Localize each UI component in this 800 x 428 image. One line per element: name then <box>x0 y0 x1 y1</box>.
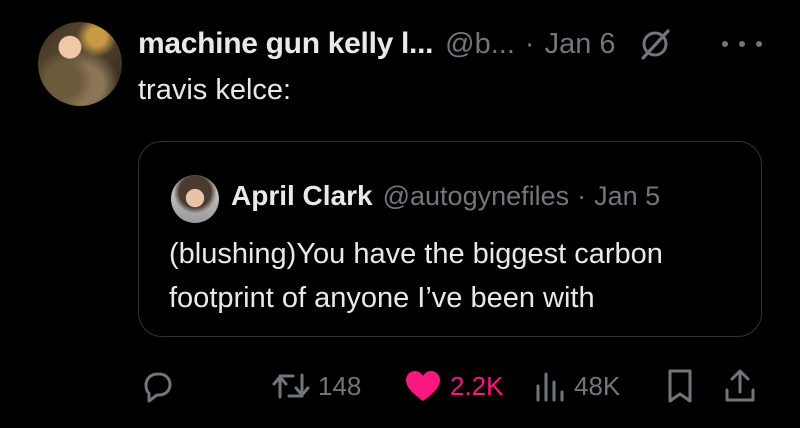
heart-icon <box>406 371 440 401</box>
quoted-tweet[interactable]: April Clark @autogynefiles · Jan 5 (blus… <box>138 141 762 337</box>
avatar[interactable] <box>38 22 122 106</box>
views-button[interactable]: 48K <box>532 364 620 408</box>
quoted-tweet-header: April Clark @autogynefiles · Jan 5 <box>231 176 660 216</box>
tweet-date[interactable]: Jan 6 <box>545 28 616 61</box>
quoted-tweet-date[interactable]: Jan 5 <box>594 181 660 212</box>
retweet-button[interactable]: 148 <box>270 364 361 408</box>
bookmark-icon <box>668 369 692 403</box>
quoted-text-line-1: (blushing)You have the biggest carbon <box>169 238 663 270</box>
quoted-user-handle[interactable]: @autogynefiles <box>383 181 570 212</box>
user-handle[interactable]: @b... <box>445 28 515 61</box>
retweet-count: 148 <box>318 370 362 401</box>
reply-icon <box>144 372 172 403</box>
views-count: 48K <box>574 370 621 401</box>
tweet-text: travis kelce: <box>138 74 292 106</box>
like-count: 2.2K <box>450 370 504 401</box>
action-bar: 148 2.2K 48K <box>0 364 800 408</box>
bookmark-button[interactable] <box>664 364 696 408</box>
views-icon <box>536 372 564 402</box>
quoted-avatar[interactable] <box>171 175 219 223</box>
quoted-separator-dot: · <box>577 180 587 211</box>
share-icon <box>725 369 755 402</box>
retweet-icon <box>272 373 310 399</box>
tweet-header: machine gun kelly l... @b... · Jan 6 <box>138 22 672 66</box>
display-name[interactable]: machine gun kelly l... <box>138 27 433 61</box>
separator-dot: · <box>524 27 535 60</box>
quoted-tweet-text: (blushing)You have the biggest carbon fo… <box>169 232 749 320</box>
more-icon[interactable] <box>722 32 762 56</box>
reply-button[interactable] <box>138 364 184 408</box>
quoted-display-name[interactable]: April Clark <box>231 180 373 212</box>
quoted-text-line-2: footprint of anyone I’ve been with <box>169 282 595 314</box>
share-button[interactable] <box>722 364 758 408</box>
like-button[interactable]: 2.2K <box>402 364 504 408</box>
grok-icon[interactable] <box>638 27 672 61</box>
